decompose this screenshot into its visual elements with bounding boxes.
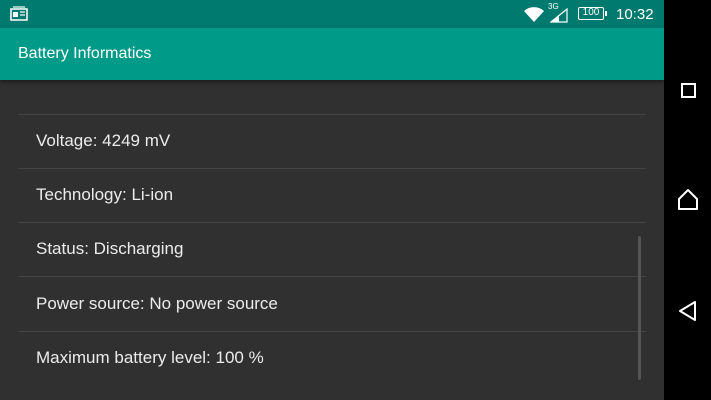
list-item[interactable]: Power source: No power source: [18, 276, 646, 332]
navigation-bar: [664, 0, 711, 400]
list-item[interactable]: Maximum battery level: 100 %: [18, 331, 646, 392]
triangle-back-icon: [679, 301, 696, 321]
list-item[interactable]: Status: Discharging: [18, 222, 646, 277]
list-item-partial: [18, 76, 646, 114]
battery-level-text: 100: [582, 7, 600, 18]
list-item[interactable]: Voltage: 4249 mV: [18, 114, 646, 169]
rss-news-icon: [10, 6, 28, 21]
battery-info-list[interactable]: Voltage: 4249 mV Technology: Li-ion Stat…: [0, 80, 664, 400]
home-button[interactable]: [675, 187, 701, 213]
app-screen: 3G 100 10:32 Battery Informatics Voltage…: [0, 0, 664, 400]
scrollbar[interactable]: [638, 236, 641, 380]
list-item-text: Technology: Li-ion: [36, 185, 174, 204]
list-item[interactable]: Technology: Li-ion: [18, 168, 646, 223]
back-button[interactable]: [675, 298, 701, 324]
status-bar: 3G 100 10:32: [0, 0, 664, 28]
cell-signal-icon: [550, 8, 568, 23]
app-bar: Battery Informatics: [0, 28, 664, 80]
home-icon: [678, 189, 698, 210]
app-title: Battery Informatics: [18, 45, 152, 62]
square-icon: [681, 83, 696, 98]
wifi-icon: [524, 7, 544, 22]
status-time: 10:32: [616, 6, 654, 23]
list-item-text: Maximum battery level: 100 %: [36, 348, 264, 367]
battery-icon: 100: [578, 7, 607, 20]
list-item-text: Power source: No power source: [36, 294, 278, 313]
list-item-text: Voltage: 4249 mV: [36, 131, 171, 150]
list-item-text: Status: Discharging: [36, 239, 184, 258]
recents-button[interactable]: [675, 77, 701, 103]
